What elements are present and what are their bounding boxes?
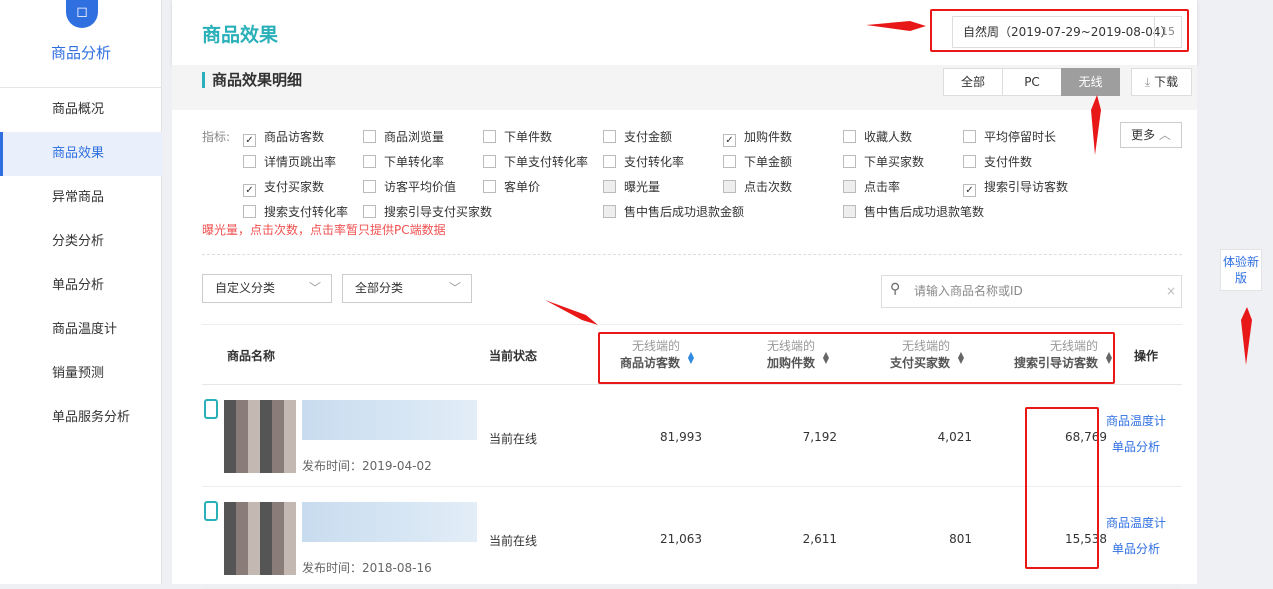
annotation-arrows (545, 21, 1252, 365)
arrow-icon (545, 300, 598, 325)
arrow-icon (1091, 95, 1101, 155)
arrow-icon (866, 21, 926, 31)
arrow-icon (1241, 307, 1252, 365)
